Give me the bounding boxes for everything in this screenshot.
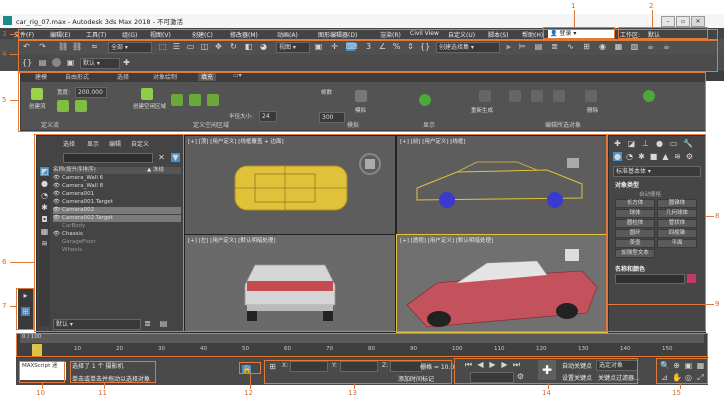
window-title: car_rig_07.max - Autodesk 3ds Max 2018 -…: [16, 18, 183, 26]
callout-7: 7: [2, 302, 7, 310]
callout-9: 9: [715, 300, 720, 308]
close-button[interactable]: ✕: [691, 16, 705, 27]
callout-line-3: [10, 34, 18, 35]
callout-box-14: [454, 358, 638, 384]
callout-box-3: [18, 29, 718, 40]
callout-box-timeline: [16, 333, 708, 357]
title-bar: car_rig_07.max - Autodesk 3ds Max 2018 -…: [0, 14, 724, 28]
callout-8: 8: [715, 212, 720, 220]
callout-line-4: [10, 54, 18, 55]
callout-4: 4: [2, 50, 7, 58]
maximize-button[interactable]: ▫: [676, 16, 690, 27]
callout-2: 2: [649, 2, 654, 10]
callout-line-1: [574, 10, 575, 27]
callout-box-12: [239, 362, 261, 374]
callout-line-8: [706, 216, 714, 217]
callout-15: 15: [672, 389, 681, 397]
callout-3: 3: [2, 30, 7, 38]
callout-line-7: [10, 306, 16, 307]
callout-11: 11: [98, 389, 107, 397]
minimize-button[interactable]: –: [661, 16, 675, 27]
callout-box-11: [70, 361, 156, 383]
callout-line-6: [10, 262, 34, 263]
callout-6: 6: [2, 258, 7, 266]
callout-box-13: [264, 360, 452, 384]
callout-box-9: [183, 134, 607, 332]
callout-line-9: [606, 304, 714, 305]
callout-line-2: [652, 10, 653, 27]
callout-1: 1: [571, 2, 576, 10]
callout-5: 5: [2, 96, 7, 104]
callout-box-7: [16, 288, 34, 330]
callout-box-5: [18, 72, 706, 132]
callout-10: 10: [36, 389, 45, 397]
callout-box-6: [34, 134, 184, 332]
callout-line-5: [10, 100, 18, 101]
callout-13: 13: [348, 389, 357, 397]
callout-box-8: [607, 134, 706, 332]
callout-box-10: [19, 361, 65, 383]
callout-12: 12: [244, 389, 253, 397]
callout-14: 14: [542, 389, 551, 397]
callout-box-15: [656, 358, 708, 384]
callout-box-4: [18, 40, 718, 72]
callout-line-12: [250, 374, 251, 389]
app-icon: [3, 16, 12, 25]
